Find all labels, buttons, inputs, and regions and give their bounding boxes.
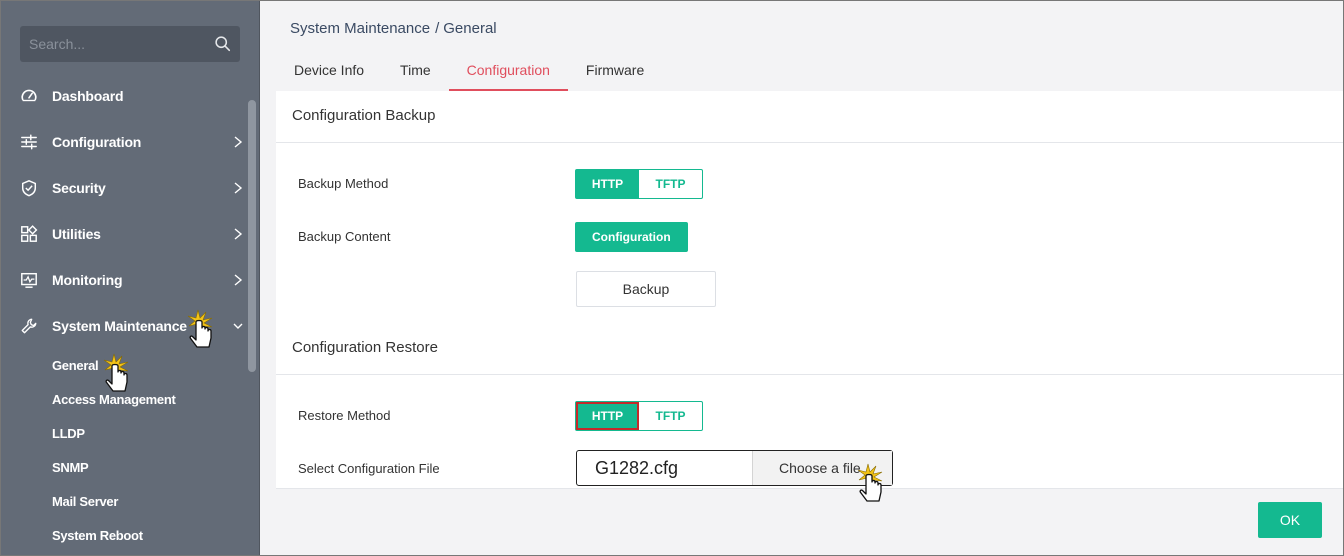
sidebar-subitem-snmp[interactable]: SNMP (52, 451, 252, 485)
wrench-icon (20, 317, 38, 335)
tab-bar: Device Info Time Configuration Firmware (276, 52, 662, 91)
restore-method-http[interactable]: HTTP (576, 402, 639, 430)
sidebar-item-label: Security (52, 180, 106, 196)
sidebar-item-label: Configuration (52, 134, 142, 150)
sidebar-item-label: System Maintenance (52, 318, 187, 334)
divider (276, 142, 1344, 143)
choose-file-button[interactable]: Choose a file (752, 451, 892, 485)
sidebar-item-utilities[interactable]: Utilities (0, 211, 252, 257)
tab-time[interactable]: Time (382, 52, 449, 91)
sliders-icon (20, 133, 38, 151)
breadcrumb-separator: / (435, 20, 440, 37)
chevron-right-icon (234, 228, 243, 240)
search-box[interactable] (20, 26, 240, 62)
tab-device-info[interactable]: Device Info (276, 52, 382, 91)
chevron-down-icon (233, 323, 243, 329)
monitor-icon (20, 271, 38, 289)
backup-method-http[interactable]: HTTP (576, 170, 639, 198)
apps-icon (20, 225, 38, 243)
backup-button[interactable]: Backup (576, 271, 716, 307)
restore-method-toggle: HTTP TFTP (575, 401, 703, 431)
sidebar-item-label: Dashboard (52, 88, 124, 104)
dashboard-icon (20, 87, 38, 105)
sidebar-subitem-access-management[interactable]: Access Management (52, 383, 252, 417)
sidebar-item-security[interactable]: Security (0, 165, 252, 211)
restore-method-label: Restore Method (298, 408, 391, 423)
search-input[interactable] (20, 26, 240, 62)
file-picker[interactable]: G1282.cfg Choose a file (576, 450, 893, 486)
breadcrumb-parent[interactable]: System Maintenance (290, 20, 430, 37)
sidebar-nav: Dashboard Configuration Security Utiliti… (0, 73, 252, 553)
sidebar-item-monitoring[interactable]: Monitoring (0, 257, 252, 303)
search-icon[interactable] (214, 35, 231, 52)
backup-method-toggle: HTTP TFTP (575, 169, 703, 199)
sidebar-item-dashboard[interactable]: Dashboard (0, 73, 252, 119)
ok-button[interactable]: OK (1258, 502, 1322, 538)
sidebar-subitem-lldp[interactable]: LLDP (52, 417, 252, 451)
select-file-label: Select Configuration File (298, 461, 440, 476)
sidebar-item-configuration[interactable]: Configuration (0, 119, 252, 165)
backup-content-label: Backup Content (298, 229, 391, 244)
chevron-right-icon (234, 136, 243, 148)
configuration-panel: Configuration Backup Backup Method HTTP … (276, 91, 1344, 488)
backup-content-configuration[interactable]: Configuration (575, 222, 688, 252)
sidebar-subitem-mail-server[interactable]: Mail Server (52, 485, 252, 519)
sidebar: Dashboard Configuration Security Utiliti… (0, 0, 260, 556)
breadcrumb: System Maintenance / General (290, 20, 497, 37)
divider (276, 374, 1344, 375)
backup-method-tftp[interactable]: TFTP (639, 170, 702, 198)
tab-firmware[interactable]: Firmware (568, 52, 662, 91)
selected-file-name: G1282.cfg (595, 458, 679, 478)
restore-method-tftp[interactable]: TFTP (639, 402, 702, 430)
sidebar-item-label: Utilities (52, 226, 101, 242)
main-content: System Maintenance / General Device Info T… (260, 0, 1344, 556)
chevron-right-icon (234, 274, 243, 286)
sidebar-subitem-general[interactable]: General (52, 349, 252, 383)
sidebar-submenu: General Access Management LLDP SNMP Mail… (0, 349, 252, 553)
chevron-right-icon (234, 182, 243, 194)
tab-configuration[interactable]: Configuration (448, 52, 568, 91)
sidebar-scrollbar[interactable] (248, 100, 256, 372)
restore-section-title: Configuration Restore (292, 339, 438, 356)
sidebar-item-label: Monitoring (52, 272, 123, 288)
backup-method-label: Backup Method (298, 176, 389, 191)
sidebar-item-system-maintenance[interactable]: System Maintenance (0, 303, 252, 349)
breadcrumb-current: General (443, 20, 497, 37)
backup-section-title: Configuration Backup (292, 107, 436, 124)
footer-bar: OK (276, 488, 1344, 556)
sidebar-subitem-system-reboot[interactable]: System Reboot (52, 519, 252, 553)
shield-icon (20, 179, 38, 197)
